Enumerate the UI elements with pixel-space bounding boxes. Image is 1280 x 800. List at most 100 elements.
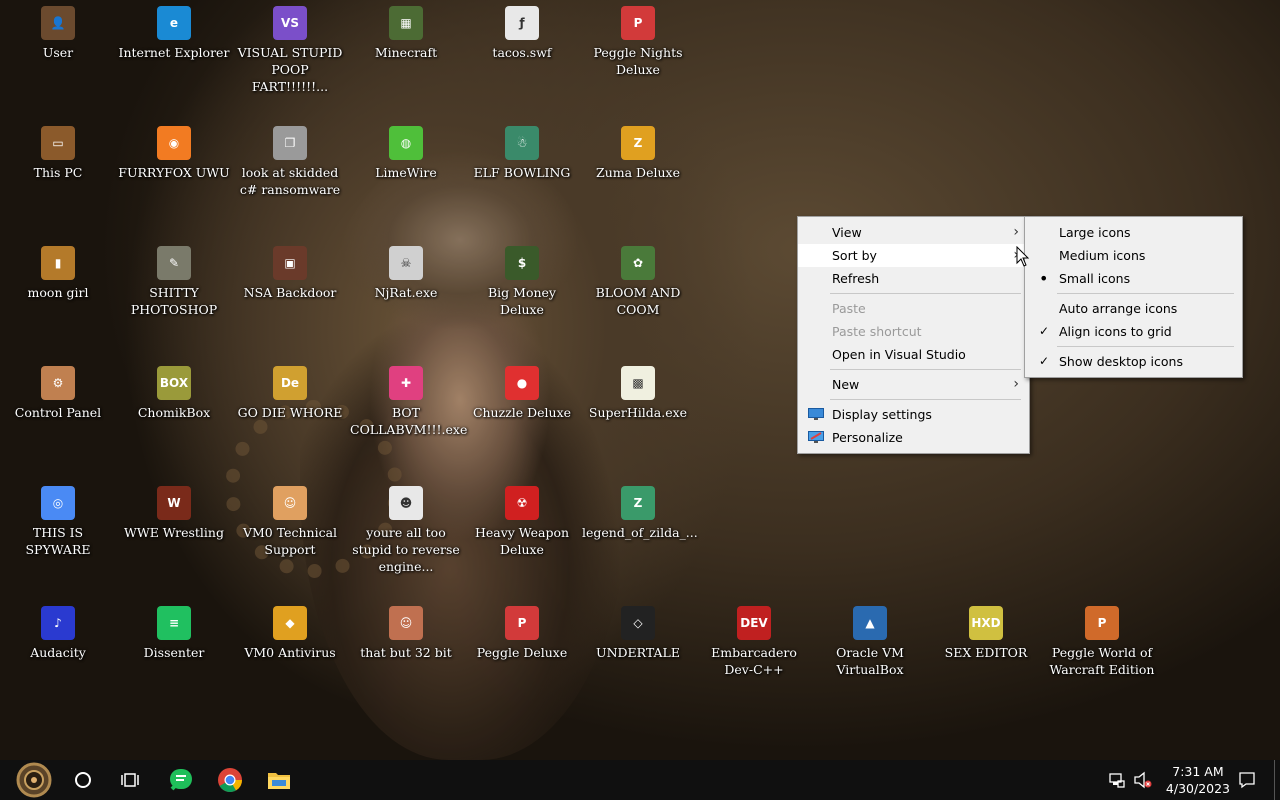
menu-item-label: Refresh [832,271,880,286]
desktop-icon[interactable]: ◆ VM0 Antivirus [232,606,348,661]
desktop-icon[interactable]: ❐ look at skidded c# ransomware [232,126,348,198]
face-icon: ☻ [389,486,423,520]
menu-item-refresh[interactable]: Refresh [798,267,1029,290]
de-icon: De [273,366,307,400]
computer-icon: ▭ [41,126,75,160]
task-view-button[interactable] [106,760,154,800]
desktop-icon[interactable]: e Internet Explorer [116,6,232,61]
menu-item-label: Auto arrange icons [1059,301,1178,316]
chomikbox-icon: BOX [157,366,191,400]
peggle-wow-icon: P [1085,606,1119,640]
desktop-icon[interactable]: $ Big Money Deluxe [464,246,580,318]
desktop-icon[interactable]: ▦ Minecraft [348,6,464,61]
menu-item-sort-by[interactable]: Sort by › [798,244,1029,267]
desktop-icon[interactable]: 👤 User [0,6,116,61]
menu-item-new[interactable]: New › [798,373,1029,396]
desktop-icon[interactable]: ◇ UNDERTALE [580,606,696,661]
desktop-icon-label: This PC [33,165,83,180]
submenu-item-align-icons-to-grid[interactable]: ✓ Align icons to grid [1025,320,1242,343]
network-tray-button[interactable] [1108,771,1126,792]
flash-file-icon: ƒ [505,6,539,40]
dissenter-taskbar-button[interactable] [157,760,205,800]
desktop-icon-label: ELF BOWLING [473,165,571,180]
desktop-icon-label: VM0 Antivirus [244,645,336,660]
desktop-icon[interactable]: ≡ Dissenter [116,606,232,661]
desktop-icon[interactable]: ⚙ Control Panel [0,366,116,421]
desktop-icon-label: Dissenter [143,645,205,660]
chrome-taskbar-button[interactable] [206,760,254,800]
desktop-icon[interactable]: ● Chuzzle Deluxe [464,366,580,421]
menu-item-paste[interactable]: Paste [798,297,1029,320]
chrome-icon [218,768,242,793]
volume-tray-button[interactable] [1133,771,1153,792]
menu-item-display-settings[interactable]: Display settings [798,403,1029,426]
task-view-icon [121,773,139,787]
desktop-icon-label: THIS IS SPYWARE [25,525,91,557]
menu-item-view[interactable]: View › [798,221,1029,244]
desktop-icon[interactable]: ♪ Audacity [0,606,116,661]
submenu-item-show-desktop-icons[interactable]: ✓ Show desktop icons [1025,350,1242,373]
desktop-icon-label: tacos.swf [492,45,552,60]
desktop-icon[interactable]: ◍ LimeWire [348,126,464,181]
desktop-icon[interactable]: VS VISUAL STUPID POOP FART!!!!!!... [232,6,348,95]
desktop-icon[interactable]: ✎ SHITTY PHOTOSHOP [116,246,232,318]
desktop-icon[interactable]: ▭ This PC [0,126,116,181]
menu-item-personalize[interactable]: Personalize [798,426,1029,449]
chuzzle-icon: ● [505,366,539,400]
submenu-item-small-icons[interactable]: • Small icons [1025,267,1242,290]
portrait-icon: ☺ [389,606,423,640]
desktop-icon[interactable]: ☺ VM0 Technical Support [232,486,348,558]
show-desktop-button[interactable] [1274,760,1275,800]
desktop-icon-label: youre all too stupid to reverse engine..… [352,525,460,574]
menu-item-open-in-visual-studio[interactable]: Open in Visual Studio [798,343,1029,366]
visual-studio-icon: VS [273,6,307,40]
desktop-icon[interactable]: ✿ BLOOM AND COOM [580,246,696,318]
desktop-icon-label: Audacity [30,645,86,660]
clock[interactable]: 7:31 AM 4/30/2023 [1166,763,1230,797]
support-icon: ☺ [273,486,307,520]
desktop-icon[interactable]: ▮ moon girl [0,246,116,301]
control-panel-icon: ⚙ [41,366,75,400]
desktop-icon[interactable]: DEV Embarcadero Dev-C++ [696,606,812,678]
desktop-icon[interactable]: ▲ Oracle VM VirtualBox [812,606,928,678]
desktop-icon[interactable]: P Peggle World of Warcraft Edition [1044,606,1160,678]
desktop-icon[interactable]: ◉ FURRYFOX UWU [116,126,232,181]
desktop-icon[interactable]: Zlegend_of_zilda_... [580,486,698,541]
action-center-button[interactable] [1238,771,1256,792]
desktop-icon-label: Chuzzle Deluxe [472,405,572,420]
desktop-icon[interactable]: ◎ THIS IS SPYWARE [0,486,116,558]
desktop-icon-label: Zuma Deluxe [596,165,680,180]
desktop-icon[interactable]: P Peggle Deluxe [464,606,580,661]
desktop-icon[interactable]: BOX ChomikBox [116,366,232,421]
desktop-icon[interactable]: ✚ BOT COLLABVM!!!.exe [348,366,467,438]
desktop-icon[interactable]: ☺ that but 32 bit [348,606,464,661]
chevron-right-icon: › [1013,224,1019,240]
submenu-item-auto-arrange-icons[interactable]: Auto arrange icons [1025,297,1242,320]
desktop-icon[interactable]: ☻ youre all too stupid to reverse engine.… [348,486,464,575]
money-icon: $ [505,246,539,280]
picture-icon: ▣ [273,246,307,280]
desktop-icon[interactable]: P Peggle Nights Deluxe [580,6,696,78]
menu-item-paste-shortcut[interactable]: Paste shortcut [798,320,1029,343]
cortana-button[interactable] [59,760,107,800]
desktop-icon[interactable]: ▩ SuperHilda.exe [580,366,696,421]
desktop-icon-label: NSA Backdoor [243,285,337,300]
desktop-icon[interactable]: W WWE Wrestling [116,486,232,541]
desktop-icon-label: VISUAL STUPID POOP FART!!!!!!... [237,45,343,94]
desktop-icon[interactable]: HXD SEX EDITOR [928,606,1044,661]
desktop-icon[interactable]: ☢ Heavy Weapon Deluxe [464,486,580,558]
desktop-icon[interactable]: ☃ ELF BOWLING [464,126,580,181]
desktop-icon[interactable]: Z Zuma Deluxe [580,126,696,181]
desktop-icon-label: moon girl [27,285,89,300]
desktop-icon[interactable]: ☠ NjRat.exe [348,246,464,301]
menu-item-label: Display settings [832,407,932,422]
menu-item-label: Medium icons [1059,248,1146,263]
submenu-item-large-icons[interactable]: Large icons [1025,221,1242,244]
desktop-icon-label: Embarcadero Dev-C++ [711,645,797,677]
desktop-icon[interactable]: ƒ tacos.swf [464,6,580,61]
desktop-icon[interactable]: ▣ NSA Backdoor [232,246,348,301]
submenu-item-medium-icons[interactable]: Medium icons [1025,244,1242,267]
desktop-icon[interactable]: De GO DIE WHORE [232,366,348,421]
start-button[interactable] [10,760,58,800]
file-explorer-taskbar-button[interactable] [255,760,303,800]
